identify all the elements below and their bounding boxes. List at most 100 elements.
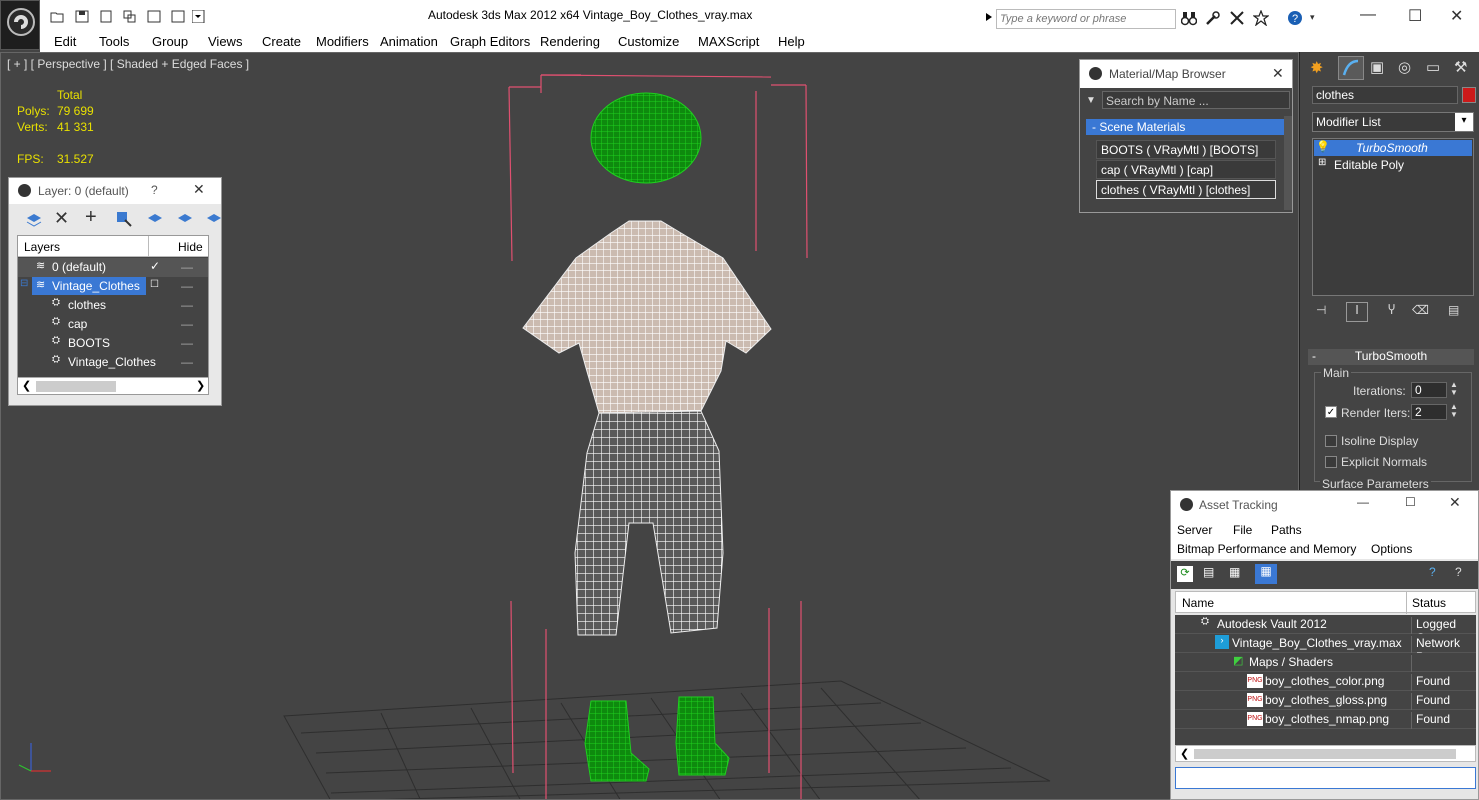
close-button[interactable]: ✕ bbox=[1449, 494, 1461, 511]
star-icon[interactable] bbox=[1253, 10, 1269, 26]
menu-paths[interactable]: Paths bbox=[1271, 523, 1302, 537]
hide-toggle[interactable]: — bbox=[181, 336, 193, 350]
delete-layer-icon[interactable]: ✕ bbox=[54, 208, 69, 229]
stack-item-selected[interactable]: 💡 TurboSmooth bbox=[1314, 140, 1472, 156]
hold-icon[interactable] bbox=[123, 10, 137, 23]
layer-dialog-close-button[interactable]: ✕ bbox=[193, 181, 205, 198]
add-layer-icon[interactable]: + bbox=[85, 206, 97, 229]
name-column-header[interactable]: Name bbox=[1182, 596, 1214, 610]
show-end-result-icon[interactable]: Ⅰ bbox=[1346, 302, 1368, 322]
expand-icon[interactable]: ⊞ bbox=[1318, 157, 1326, 168]
stack-item[interactable]: ⊞ Editable Poly bbox=[1314, 157, 1472, 173]
scroll-left-icon[interactable]: ❮ bbox=[1180, 747, 1189, 760]
new-file-icon[interactable] bbox=[99, 10, 113, 23]
checkmark-icon[interactable]: ✓ bbox=[150, 259, 160, 273]
remove-modifier-icon[interactable]: ⌫ bbox=[1412, 303, 1429, 317]
asset-path-field[interactable] bbox=[1175, 767, 1476, 789]
scroll-right-icon[interactable]: ❯ bbox=[196, 379, 205, 392]
hide-column-header[interactable]: Hide bbox=[178, 240, 203, 254]
tools-icon[interactable] bbox=[1229, 10, 1245, 26]
layer-row[interactable]: ⛭ BOOTS — bbox=[18, 334, 208, 353]
material-search-input[interactable]: Search by Name ... bbox=[1102, 91, 1290, 109]
menu-customize[interactable]: Customize bbox=[618, 34, 679, 49]
render-iters-checkbox[interactable]: ✓ bbox=[1325, 406, 1337, 418]
layer-row[interactable]: ≋ 0 (default) ✓ — bbox=[18, 258, 208, 277]
menu-rendering[interactable]: Rendering bbox=[540, 34, 600, 49]
help-icon[interactable]: ? bbox=[1287, 10, 1303, 26]
asset-row[interactable]: PNG boy_clothes_color.png Found bbox=[1175, 672, 1476, 692]
vault-help-icon[interactable]: ? bbox=[1429, 565, 1436, 579]
material-scrollbar[interactable] bbox=[1284, 116, 1292, 210]
hide-toggle[interactable]: — bbox=[181, 317, 193, 331]
menu-views[interactable]: Views bbox=[208, 34, 242, 49]
hide-layers-icon[interactable] bbox=[176, 210, 194, 228]
menu-maxscript[interactable]: MAXScript bbox=[698, 34, 759, 49]
app-logo-button[interactable] bbox=[0, 0, 40, 50]
undo-icon[interactable] bbox=[147, 10, 161, 23]
open-file-icon[interactable] bbox=[50, 10, 64, 23]
chevron-down-icon[interactable] bbox=[192, 10, 206, 23]
maximize-button[interactable]: ☐ bbox=[1405, 495, 1416, 509]
options-menu-icon[interactable]: ▼ bbox=[1086, 95, 1096, 106]
menu-edit[interactable]: Edit bbox=[54, 34, 76, 49]
explicit-normals-checkbox[interactable] bbox=[1325, 456, 1337, 468]
help-icon[interactable]: ? bbox=[1455, 565, 1462, 579]
asset-row[interactable]: PNG boy_clothes_nmap.png Found bbox=[1175, 710, 1476, 730]
create-tab-icon[interactable]: ✸ bbox=[1310, 58, 1323, 78]
menu-help[interactable]: Help bbox=[778, 34, 805, 49]
layer-row[interactable]: ⛭ clothes — bbox=[18, 296, 208, 315]
binoculars-icon[interactable] bbox=[1181, 10, 1197, 26]
layer-row[interactable]: ⛭ cap — bbox=[18, 315, 208, 334]
scene-materials-group[interactable]: - Scene Materials bbox=[1086, 119, 1284, 135]
scroll-left-icon[interactable]: ❮ bbox=[22, 379, 31, 392]
isoline-checkbox[interactable] bbox=[1325, 435, 1337, 447]
hierarchy-tab-icon[interactable]: ▣ bbox=[1370, 58, 1384, 76]
minimize-button[interactable]: — bbox=[1357, 495, 1369, 509]
redo-icon[interactable] bbox=[171, 10, 185, 23]
menu-modifiers[interactable]: Modifiers bbox=[316, 34, 369, 49]
material-item[interactable]: BOOTS ( VRayMtl ) [BOOTS] bbox=[1096, 140, 1276, 159]
utilities-tab-icon[interactable]: ⚒ bbox=[1454, 58, 1467, 76]
select-layer-icon[interactable] bbox=[115, 210, 133, 228]
menu-tools[interactable]: Tools bbox=[99, 34, 129, 49]
asset-row[interactable]: › Vintage_Boy_Clothes_vray.max Network P… bbox=[1175, 634, 1476, 664]
layer-row[interactable]: ⊟ ≋ Vintage_Clothes ☐ — bbox=[18, 277, 208, 296]
layer-help-button[interactable]: ? bbox=[151, 183, 158, 197]
close-button[interactable]: ✕ bbox=[1450, 6, 1463, 26]
menu-group[interactable]: Group bbox=[152, 34, 188, 49]
render-iters-spinner[interactable]: 2 bbox=[1411, 404, 1447, 420]
pin-stack-icon[interactable]: ⊣ bbox=[1316, 303, 1326, 317]
scroll-thumb[interactable] bbox=[1194, 749, 1456, 759]
layer-row[interactable]: ⛭ Vintage_Clothes — bbox=[18, 353, 208, 372]
motion-tab-icon[interactable]: ◎ bbox=[1398, 58, 1411, 76]
spinner-arrows-icon[interactable]: ▲ ▼ bbox=[1450, 403, 1458, 419]
table-view-icon[interactable]: ▦ bbox=[1255, 564, 1277, 584]
asset-hscrollbar[interactable]: ❮ bbox=[1175, 745, 1476, 762]
layers-icon[interactable] bbox=[25, 210, 43, 228]
hide-toggle[interactable]: — bbox=[181, 279, 193, 293]
freeze-layers-icon[interactable] bbox=[205, 210, 223, 228]
material-item-selected[interactable]: clothes ( VRayMtl ) [clothes] bbox=[1096, 180, 1276, 199]
iterations-spinner[interactable]: 0 bbox=[1411, 382, 1447, 398]
maximize-button[interactable]: ☐ bbox=[1408, 6, 1422, 26]
hide-toggle[interactable]: — bbox=[181, 298, 193, 312]
asset-row[interactable]: ◩ Maps / Shaders bbox=[1175, 653, 1476, 673]
refresh-icon[interactable]: ⟳ bbox=[1177, 566, 1193, 582]
save-icon[interactable] bbox=[75, 10, 89, 23]
menu-create[interactable]: Create bbox=[262, 34, 301, 49]
menu-bitmap-performance[interactable]: Bitmap Performance and Memory bbox=[1177, 542, 1356, 556]
lightbulb-icon[interactable]: 💡 bbox=[1316, 140, 1330, 153]
menu-options[interactable]: Options bbox=[1371, 542, 1412, 556]
chevron-down-icon[interactable]: ▾ bbox=[1455, 113, 1473, 131]
menu-graph-editors[interactable]: Graph Editors bbox=[450, 34, 530, 49]
turbosmooth-rollout-header[interactable]: - TurboSmooth bbox=[1308, 349, 1474, 365]
hide-toggle[interactable]: — bbox=[181, 260, 193, 274]
material-browser-close-button[interactable]: ✕ bbox=[1272, 65, 1284, 82]
material-item[interactable]: cap ( VRayMtl ) [cap] bbox=[1096, 160, 1276, 179]
highlight-layer-icon[interactable] bbox=[146, 210, 164, 228]
status-column-header[interactable]: Status bbox=[1412, 596, 1446, 610]
make-unique-icon[interactable]: Ⴤ bbox=[1388, 303, 1395, 317]
menu-animation[interactable]: Animation bbox=[380, 34, 438, 49]
layers-column-header[interactable]: Layers bbox=[24, 240, 60, 254]
help-dropdown-icon[interactable]: ▾ bbox=[1310, 12, 1315, 23]
